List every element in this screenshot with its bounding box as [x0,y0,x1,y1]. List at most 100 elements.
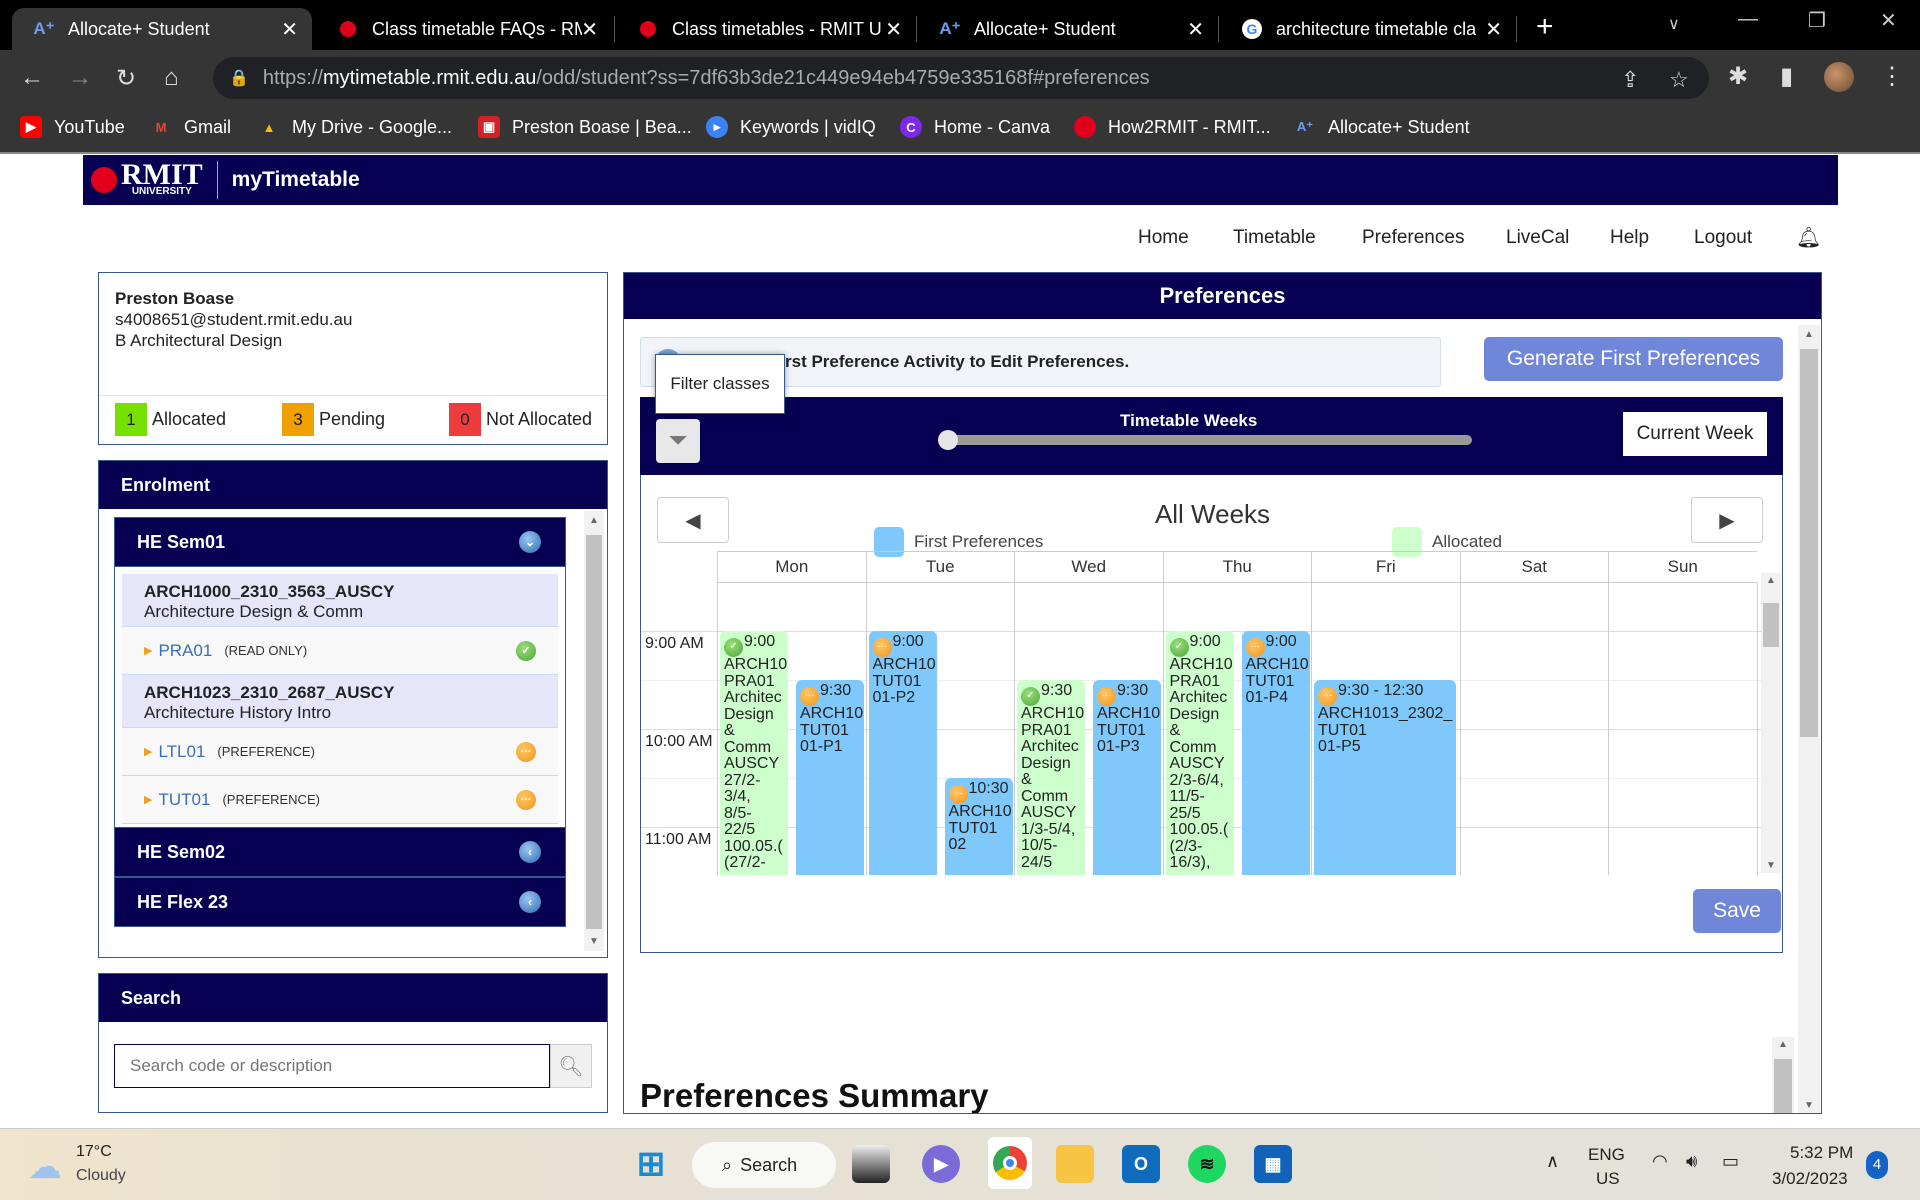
outlook-icon[interactable]: O [1122,1145,1160,1183]
tab-class-timetable-faqs[interactable]: Class timetable FAQs - RM ✕ [316,8,612,50]
allocated-class-event[interactable]: ✓ 9:30 ARCH10 PRA01 Architec Design & Com… [1017,680,1085,875]
activity-ltl01[interactable]: ▶ LTL01 (PREFERENCE) ··· [122,728,558,776]
share-icon[interactable]: ⇪ [1621,67,1639,93]
notification-count-badge[interactable]: 4 [1866,1151,1888,1179]
activity-pra01[interactable]: ▶ PRA01 (READ ONLY) ✓ [122,627,558,675]
course-item[interactable]: ARCH1000_2310_3563_AUSCY Architecture De… [122,574,558,627]
battery-icon[interactable]: ▭ [1722,1151,1739,1172]
clock-date[interactable]: 3/02/2023 [1772,1169,1848,1189]
volume-icon[interactable]: 🔊︎ [1686,1151,1697,1172]
course-item[interactable]: ARCH1023_2310_2687_AUSCY Architecture Hi… [122,675,558,728]
profile-avatar[interactable] [1824,62,1854,92]
home-button[interactable]: ⌂ [164,64,179,92]
bookmark-my-drive[interactable]: ▲ My Drive - Google... [258,116,452,138]
scroll-up-arrow-icon[interactable]: ▲ [584,515,604,526]
chrome-icon[interactable] [988,1137,1032,1189]
scroll-down-arrow-icon[interactable]: ▼ [1761,860,1781,871]
nav-help[interactable]: Help [1610,227,1649,249]
windows-start-icon[interactable]: ⊞ [632,1145,670,1183]
scroll-up-arrow-icon[interactable]: ▲ [1772,1039,1794,1050]
preference-class-event[interactable]: ··· 9:00 ARCH10 TUT01 01-P2 [868,631,937,875]
weather-description[interactable]: Cloudy [76,1167,126,1185]
chevron-left-icon[interactable]: ‹ [519,841,541,863]
week-slider-handle[interactable] [938,430,958,450]
reload-button[interactable]: ↻ [116,64,136,93]
notification-bell-icon[interactable]: 🔔︎ [1796,225,1821,250]
scroll-up-arrow-icon[interactable]: ▲ [1761,575,1781,586]
tab-class-timetables[interactable]: Class timetables - RMIT U ✕ [616,8,916,50]
allocated-class-event[interactable]: ✓ 9:00 ARCH10 PRA01 Architec Design & Com… [1165,631,1234,875]
language-indicator[interactable]: ENG [1588,1145,1625,1165]
bookmark-gmail[interactable]: M Gmail [150,116,231,138]
close-tab-icon[interactable]: ✕ [885,17,902,42]
minimize-button[interactable]: — [1738,8,1758,31]
preference-class-event[interactable]: ··· 9:00 ARCH10 TUT01 01-P4 [1241,631,1310,875]
chevron-left-icon[interactable]: ‹ [519,891,541,913]
tab-search-chevron-icon[interactable]: ∨ [1668,14,1680,34]
nav-timetable[interactable]: Timetable [1233,227,1316,249]
show-hidden-icons-chevron[interactable]: ∧ [1546,1151,1559,1172]
bookmark-behance[interactable]: ▣ Preston Boase | Bea... [478,116,692,138]
weather-temperature[interactable]: 17°C [76,1143,112,1161]
teams-chat-icon[interactable]: ▶ [922,1145,960,1183]
new-tab-button[interactable]: + [1536,10,1554,44]
semester-he-sem02[interactable]: HE Sem02 ‹ [114,827,566,877]
side-panel-icon[interactable]: ▮ [1780,62,1793,91]
bookmark-youtube[interactable]: ▶ YouTube [20,116,125,138]
restore-button[interactable]: ❐ [1808,8,1826,33]
extensions-icon[interactable]: ✱ [1728,62,1748,91]
close-tab-icon[interactable]: ✕ [1485,17,1502,42]
address-bar[interactable]: 🔒 https://mytimetable.rmit.edu.au/odd/st… [213,57,1709,99]
search-button[interactable]: 🔍︎ [550,1044,592,1088]
semester-he-sem01[interactable]: HE Sem01 ⌄ [114,517,566,567]
bookmark-allocate-student[interactable]: A⁺ Allocate+ Student [1294,116,1470,138]
clock-time[interactable]: 5:32 PM [1790,1143,1853,1163]
summary-scrollbar[interactable]: ▲ [1772,1037,1794,1113]
microsoft-store-icon[interactable]: ▦ [1254,1145,1292,1183]
preference-class-event[interactable]: ··· 9:30 ARCH10 TUT01 01-P3 [1093,680,1161,875]
filter-classes-button[interactable]: ⏷ [656,419,700,463]
menu-icon[interactable]: ⋮ [1880,62,1904,91]
preferences-scrollbar[interactable]: ▲ ▼ [1798,325,1820,1113]
nav-livecal[interactable]: LiveCal [1506,227,1569,249]
taskbar-search[interactable]: ⌕ Search [692,1142,836,1188]
close-window-button[interactable]: ✕ [1880,8,1897,33]
scrollbar-thumb[interactable] [1800,349,1818,737]
spotify-icon[interactable]: ≋ [1188,1145,1226,1183]
preference-class-event[interactable]: ··· 9:30 - 12:30 ARCH1013_2302_ TUT01 01-… [1314,680,1456,875]
next-week-button[interactable]: ▶ [1691,497,1763,543]
tab-google-search[interactable]: G architecture timetable cla ✕ [1220,8,1516,50]
scroll-up-arrow-icon[interactable]: ▲ [1798,329,1820,340]
file-explorer-icon[interactable] [1056,1145,1094,1183]
tab-allocate-student-2[interactable]: A⁺ Allocate+ Student ✕ [918,8,1218,50]
scroll-down-arrow-icon[interactable]: ▼ [1798,1100,1820,1111]
rmit-logo[interactable]: RMIT UNIVERSITY [91,160,203,197]
preference-class-event[interactable]: ··· 9:30 ARCH10 TUT01 01-P1 [796,680,864,875]
allocated-class-event[interactable]: ✓ 9:00 ARCH10 PRA01 Architec Design & Com… [720,631,788,875]
enrolment-scrollbar[interactable]: ▲ ▼ [584,511,604,951]
scrollbar-thumb[interactable] [1763,603,1779,647]
bookmark-vidiq[interactable]: ▸ Keywords | vidIQ [706,116,876,138]
scrollbar-thumb[interactable] [1774,1059,1792,1113]
forward-button[interactable]: → [68,64,92,92]
nav-logout[interactable]: Logout [1694,227,1752,249]
bookmark-canva[interactable]: C Home - Canva [900,116,1050,138]
current-week-button[interactable]: Current Week [1623,412,1767,456]
tab-allocate-student-1[interactable]: A⁺ Allocate+ Student ✕ [12,8,312,50]
generate-first-preferences-button[interactable]: Generate First Preferences [1484,337,1783,381]
scrollbar-thumb[interactable] [586,535,602,929]
scroll-down-arrow-icon[interactable]: ▼ [584,936,604,947]
wifi-icon[interactable]: ◠ [1652,1151,1668,1172]
calendar-scrollbar[interactable]: ▲ ▼ [1761,573,1781,873]
close-tab-icon[interactable]: ✕ [1187,17,1204,42]
chevron-down-icon[interactable]: ⌄ [519,531,541,553]
back-button[interactable]: ← [20,64,44,92]
bookmark-how2rmit[interactable]: How2RMIT - RMIT... [1074,116,1271,138]
save-button[interactable]: Save [1693,889,1781,933]
preference-class-event[interactable]: ··· 10:30 ARCH10 TUT01 02 [944,778,1013,875]
nav-home[interactable]: Home [1138,227,1189,249]
activity-tut01[interactable]: ▶ TUT01 (PREFERENCE) ··· [122,776,558,824]
close-tab-icon[interactable]: ✕ [281,17,298,42]
task-view-icon[interactable] [852,1145,890,1183]
search-input[interactable] [114,1044,550,1088]
